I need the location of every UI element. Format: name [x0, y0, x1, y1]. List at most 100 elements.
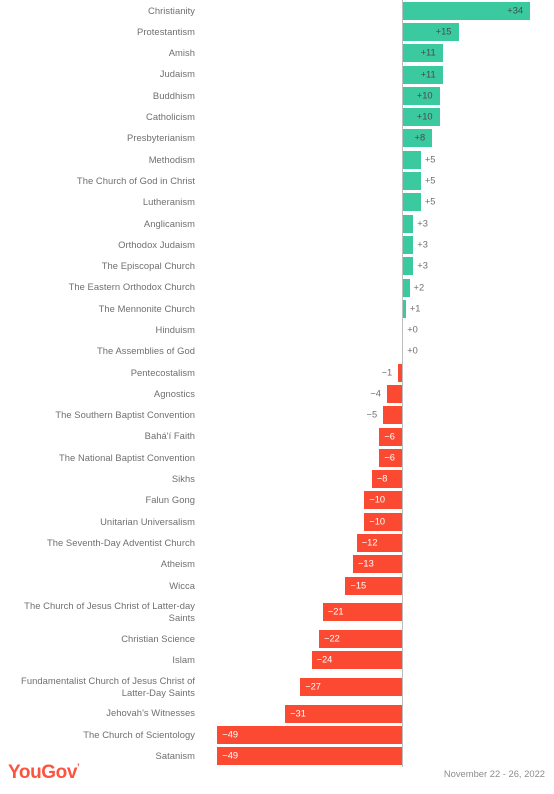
- bar-track: −15: [0, 575, 554, 596]
- bar-row: Christian Science −22: [0, 628, 554, 649]
- bar-track: −1: [0, 362, 554, 383]
- bar: [402, 150, 421, 169]
- bar-row: Jehovah's Witnesses −31: [0, 703, 554, 724]
- bar-value-label: +11: [420, 47, 436, 58]
- bar: [402, 172, 421, 191]
- bar-value-label: −24: [316, 654, 333, 665]
- zero-axis-line: [402, 0, 403, 767]
- bar-value-label: +15: [435, 26, 452, 37]
- bar-value-label: −31: [290, 707, 306, 718]
- bar-track: +34: [0, 0, 554, 21]
- bar-value-label: +3: [417, 239, 428, 250]
- yougov-wordmark: YouGov: [8, 762, 78, 783]
- bar-track: −6: [0, 447, 554, 468]
- bar-row: Wicca −15: [0, 575, 554, 596]
- bar-track: +3: [0, 234, 554, 255]
- bar-track: +5: [0, 170, 554, 191]
- bar-value-label: −22: [324, 633, 340, 644]
- bar-row: The Episcopal Church +3: [0, 256, 554, 277]
- bar-row: Catholicism +10: [0, 106, 554, 127]
- bar-track: +5: [0, 149, 554, 170]
- bar-value-label: −15: [350, 580, 367, 591]
- bar-row: Judaism +11: [0, 64, 554, 85]
- bar-value-label: −27: [305, 681, 321, 692]
- bar-value-label: +34: [507, 4, 524, 15]
- bar-track: +11: [0, 43, 554, 64]
- bar-track: −31: [0, 703, 554, 724]
- bar-track: +10: [0, 106, 554, 127]
- bar-value-label: −5: [366, 409, 378, 420]
- bar-value-label: +2: [413, 281, 425, 292]
- bar-row: Orthodox Judaism +3: [0, 234, 554, 255]
- bar-value-label: −8: [376, 473, 388, 484]
- bar-row: The Church of Scientology −49: [0, 724, 554, 745]
- bar-track: −49: [0, 724, 554, 745]
- bar-track: −12: [0, 532, 554, 553]
- yougov-logo: YouGov’: [8, 762, 80, 784]
- bar-row: The Church of Jesus Christ of Latter-day…: [0, 596, 554, 628]
- bar-value-label: +0: [407, 345, 418, 356]
- bar-rows: Christianity +34 Protestantism +15 Amish +11 J…: [0, 0, 554, 767]
- bar-row: Christianity +34: [0, 0, 554, 21]
- bar-track: +1: [0, 298, 554, 319]
- bar: [402, 278, 410, 297]
- bar-value-label: +3: [417, 217, 428, 228]
- chart-container: Christianity +34 Protestantism +15 Amish +11 J…: [0, 0, 554, 794]
- bar-value-label: +10: [416, 90, 433, 101]
- bar-row: Pentecostalism −1: [0, 362, 554, 383]
- bar-track: −4: [0, 383, 554, 404]
- bar-row: The Assemblies of God +0: [0, 341, 554, 362]
- bar-track: −13: [0, 554, 554, 575]
- bar-track: −21: [0, 596, 554, 628]
- bar-track: +8: [0, 128, 554, 149]
- bar-row: Agnostics −4: [0, 383, 554, 404]
- bar-value-label: −49: [222, 729, 239, 740]
- bar-row: Bahá'í Faith −6: [0, 426, 554, 447]
- bar-row: The Church of God in Christ +5: [0, 170, 554, 191]
- bar-value-label: +8: [414, 132, 426, 143]
- bar-value-label: −1: [381, 367, 393, 378]
- bar-track: −27: [0, 671, 554, 703]
- bar: [402, 193, 421, 212]
- bar-value-label: −10: [369, 494, 386, 505]
- bar-track: +3: [0, 213, 554, 234]
- bar-row: The National Baptist Convention −6: [0, 447, 554, 468]
- bar-track: +0: [0, 319, 554, 340]
- bar: [217, 725, 402, 744]
- bar-value-label: +0: [407, 324, 418, 335]
- bar-row: Protestantism +15: [0, 21, 554, 42]
- bar: [386, 384, 402, 403]
- bar-row: The Southern Baptist Convention −5: [0, 405, 554, 426]
- bar-row: Islam −24: [0, 650, 554, 671]
- bar-value-label: −10: [369, 516, 386, 527]
- bar-track: +10: [0, 85, 554, 106]
- bar-row: Anglicanism +3: [0, 213, 554, 234]
- bar-value-label: −4: [370, 388, 381, 399]
- bar-row: The Eastern Orthodox Church +2: [0, 277, 554, 298]
- bar-value-label: +5: [424, 196, 436, 207]
- bar-value-label: +1: [409, 303, 421, 314]
- bar-value-label: −13: [357, 558, 374, 569]
- bar-row: Presbyterianism +8: [0, 128, 554, 149]
- bar: [402, 214, 414, 233]
- bar-row: Hinduism +0: [0, 319, 554, 340]
- bar-value-label: +11: [420, 68, 436, 79]
- bar-track: −6: [0, 426, 554, 447]
- bar-row: The Mennonite Church +1: [0, 298, 554, 319]
- bar-row: Buddhism +10: [0, 85, 554, 106]
- bar-value-label: +5: [424, 175, 436, 186]
- bar: [402, 257, 414, 276]
- bar-track: +5: [0, 192, 554, 213]
- bar-row: Sikhs −8: [0, 469, 554, 490]
- bar-row: Fundamentalist Church of Jesus Christ of…: [0, 671, 554, 703]
- bar: [383, 406, 402, 425]
- bar-value-label: +3: [417, 260, 428, 271]
- chart-footer: YouGov’ November 22 - 26, 2022: [0, 754, 554, 794]
- bar-value-label: +10: [416, 111, 433, 122]
- bar-track: −24: [0, 650, 554, 671]
- bar: [402, 235, 414, 254]
- bar-value-label: −6: [384, 430, 395, 441]
- bar-row: Atheism −13: [0, 554, 554, 575]
- bar-row: Amish +11: [0, 43, 554, 64]
- bar-value-label: −21: [327, 606, 344, 617]
